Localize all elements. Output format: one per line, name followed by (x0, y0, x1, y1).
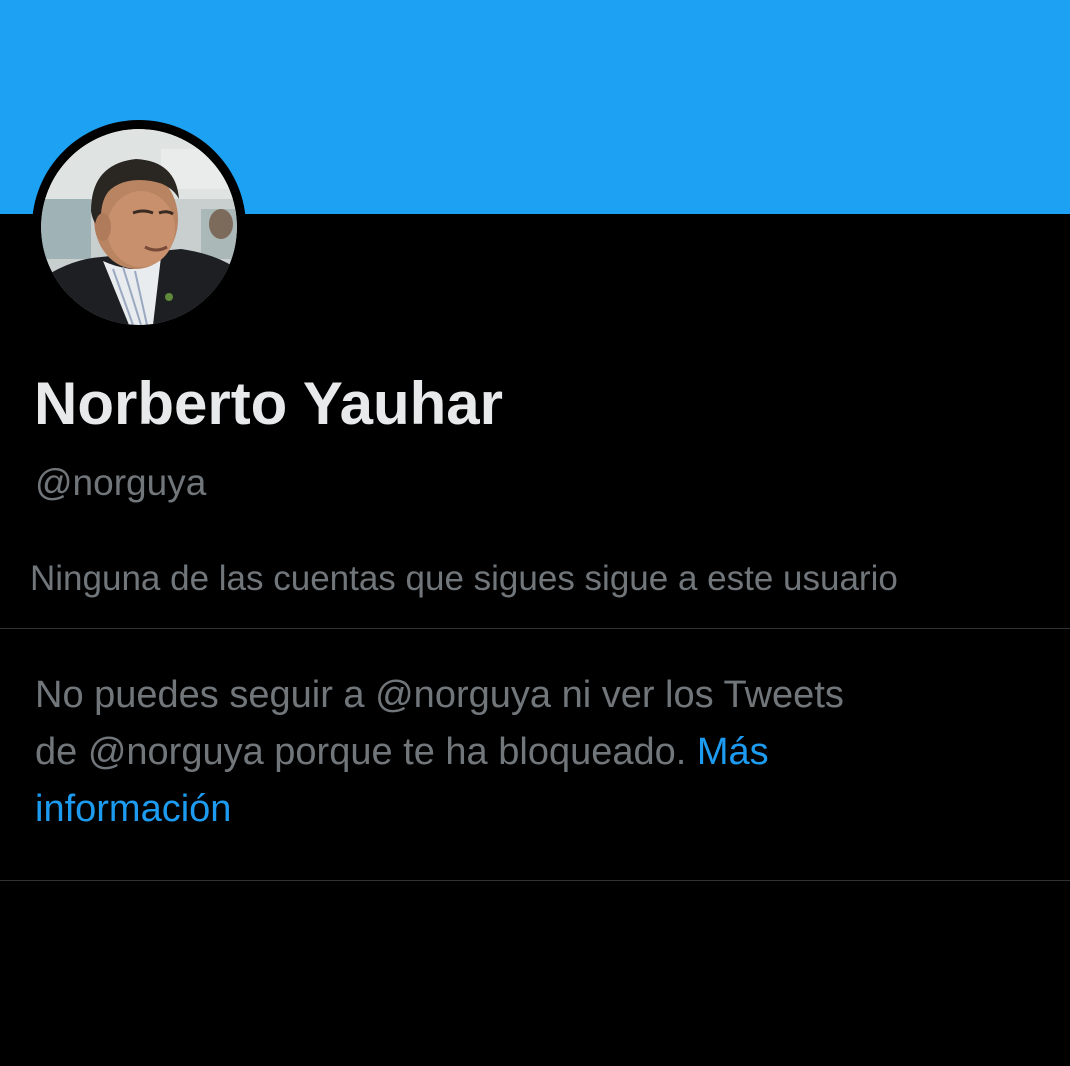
divider (0, 628, 1070, 629)
profile-avatar[interactable] (32, 120, 246, 334)
profile-handle: @norguya (35, 462, 207, 503)
followers-you-know-note: Ninguna de las cuentas que sigues sigue … (30, 559, 898, 598)
avatar-photo (41, 129, 237, 325)
blocked-notice-line2: de @norguya porque te ha bloqueado. (35, 731, 697, 773)
blocked-notice-line1: No puedes seguir a @norguya ni ver los T… (35, 674, 844, 716)
learn-more-link-part1[interactable]: Más (697, 731, 769, 773)
profile-display-name: Norberto Yauhar (34, 370, 504, 437)
divider (0, 880, 1070, 881)
blocked-notice: No puedes seguir a @norguya ni ver los T… (35, 667, 995, 838)
learn-more-link-part2[interactable]: información (35, 788, 231, 830)
